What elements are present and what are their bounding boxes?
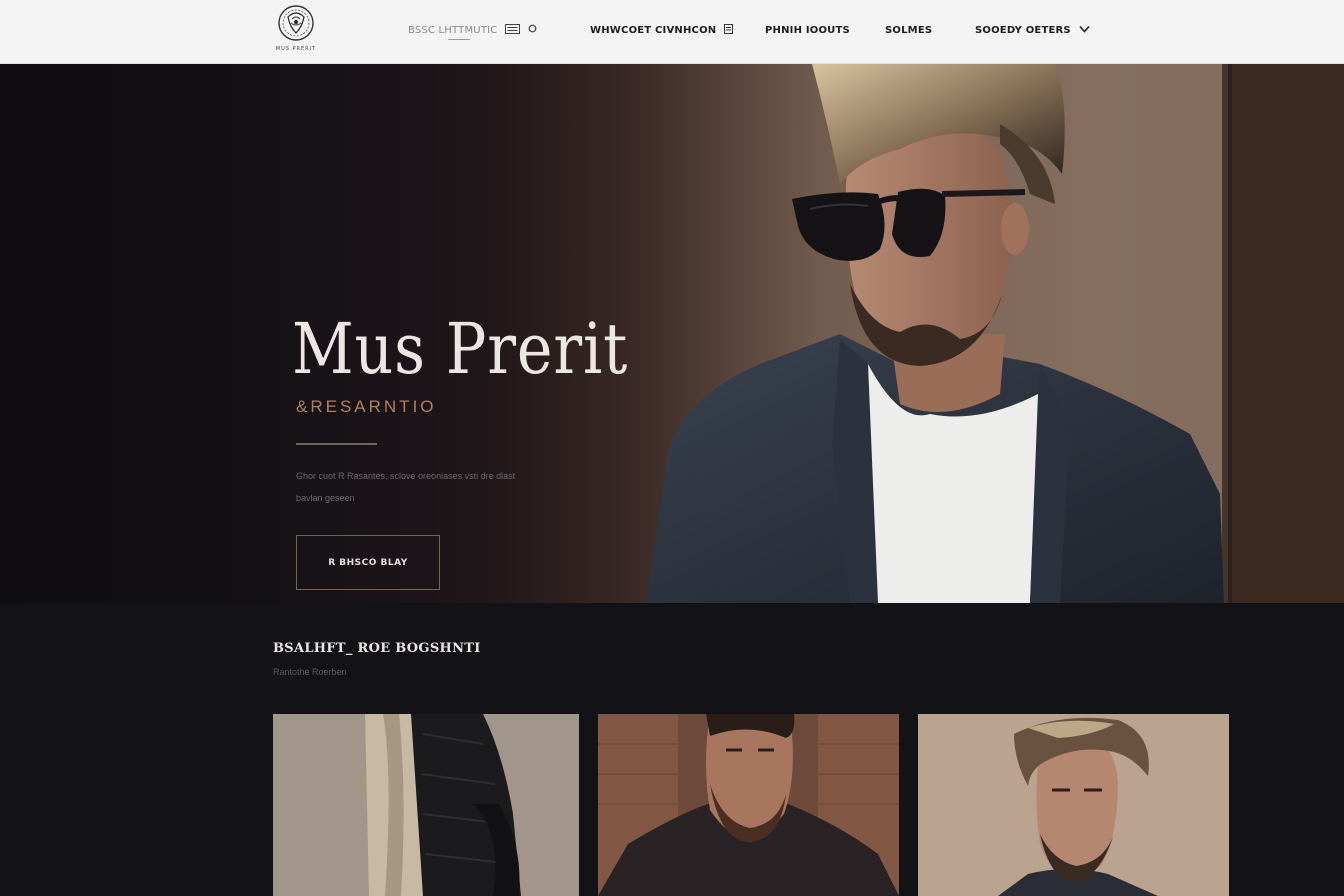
circle-icon[interactable] — [528, 24, 537, 36]
crest-logo-icon — [278, 5, 314, 41]
hero-banner: Mus Prerit &RESARNTIO Ghor cuot R Rasant… — [0, 64, 1344, 603]
top-navigation-bar: MUS PRERIT BSSC LHTTMUTIC WHWCOET CIVNHC… — [0, 0, 1344, 64]
section-subtitle: Rantothe Roerben — [273, 667, 347, 677]
card-1-photo — [273, 714, 579, 896]
chevron-down-icon[interactable] — [1079, 25, 1090, 36]
nav-item-label: WHWCOET CIVNHCON — [590, 24, 717, 36]
product-card-2[interactable] — [598, 714, 899, 896]
list-icon[interactable] — [724, 23, 734, 37]
hero-description: Ghor cuot R Rasantes, sclove oreoniases … — [296, 471, 516, 503]
hero-subtitle: &RESARNTIO — [296, 397, 437, 416]
nav-item-1[interactable]: BSSC LHTTMUTIC — [408, 22, 537, 40]
product-card-3[interactable] — [918, 714, 1229, 896]
hero-title: Mus Prerit — [292, 308, 629, 390]
card-2-photo — [598, 714, 899, 896]
card-3-photo — [918, 714, 1229, 896]
hero-cta-button[interactable]: R BHSCO BLAY — [296, 535, 440, 590]
nav-item-5-dropdown[interactable]: SOOEDY OETERS — [975, 22, 1090, 38]
nav-item-3[interactable]: PHNIH IOOUTS — [765, 22, 850, 38]
brand-logo[interactable]: MUS PRERIT — [274, 3, 318, 53]
menu-icon[interactable] — [505, 23, 521, 37]
active-nav-underline — [448, 39, 470, 40]
nav-item-4[interactable]: SOLMES — [885, 22, 932, 38]
nav-item-label: BSSC LHTTMUTIC — [408, 24, 498, 36]
nav-item-label: SOLMES — [885, 24, 933, 36]
featured-section: BSALHFT_ ROE BOGSHNTI Rantothe Roerben — [0, 603, 1344, 896]
hero-divider — [296, 443, 377, 445]
hero-model-photo — [600, 64, 1344, 603]
logo-text: MUS PRERIT — [275, 46, 317, 52]
nav-item-label: PHNIH IOOUTS — [765, 24, 850, 36]
nav-item-label: SOOEDY OETERS — [975, 24, 1071, 36]
section-title: BSALHFT_ ROE BOGSHNTI — [273, 641, 481, 656]
product-card-1[interactable] — [273, 714, 579, 896]
nav-item-2[interactable]: WHWCOET CIVNHCON — [590, 22, 734, 38]
